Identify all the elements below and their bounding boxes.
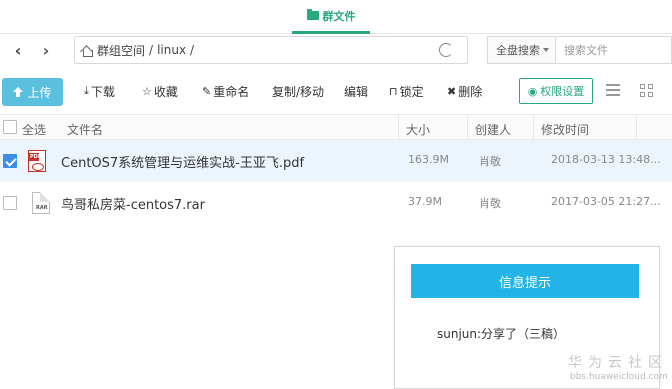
row-checkbox[interactable] [3,154,17,168]
top-tab-bar: 群文件 [0,0,672,34]
delete-button[interactable]: ✖ 删除 [447,82,482,100]
lock-label: 锁定 [399,84,424,99]
file-modified: 2017-03-05 21:27... [551,195,661,208]
column-divider [398,115,399,141]
watermark-logo: 华为云社区 [568,355,668,371]
rename-button[interactable]: ✎ 重命名 [202,82,249,100]
column-divider [533,115,534,141]
upload-icon [13,87,24,97]
lock-button[interactable]: ⊓ 锁定 [389,82,424,100]
forward-button[interactable]: › [36,40,56,60]
table-row[interactable]: PDF CentOS7系统管理与运维实战-王亚飞.pdf 163.9M 肖敬 2… [0,140,672,182]
file-modified: 2018-03-13 13:48... [551,153,661,166]
tab-group-files-label: 群文件 [322,9,356,23]
download-button[interactable]: ⤓ 下载 [84,82,115,100]
edit-button[interactable]: 编辑 [344,82,368,100]
close-icon: ✖ [447,84,457,98]
search-input[interactable] [556,36,672,64]
breadcrumb-root[interactable]: 群组空间 [97,42,145,59]
popup-title: 信息提示 [411,264,639,298]
breadcrumb-folder[interactable]: linux [157,43,186,57]
list-view-icon[interactable] [606,84,620,96]
copy-move-button[interactable]: 复制/移动 [272,82,324,100]
tab-group-files[interactable]: 群文件 [292,0,370,34]
lock-icon: ⊓ [389,84,398,98]
delete-label: 删除 [458,84,483,99]
breadcrumb[interactable]: 群组空间 / linux / [74,36,468,64]
search-scope-label: 全盘搜索 [496,44,540,57]
rename-label: 重命名 [213,84,250,99]
permissions-label: 权限设置 [540,85,585,98]
eye-icon: ◉ [527,84,538,98]
header-size[interactable]: 大小 [406,121,430,138]
permissions-button[interactable]: ◉ 权限设置 [519,78,593,104]
header-select-all[interactable]: 全选 [22,121,46,138]
favorite-label: 收藏 [153,84,178,99]
home-icon[interactable] [81,45,93,57]
popup-message: sunjun:分享了（三稿） [437,327,566,341]
search-scope-select[interactable]: 全盘搜索 [487,36,556,64]
select-all-checkbox[interactable] [3,120,17,134]
favorite-button[interactable]: ☆ 收藏 [142,82,178,100]
pdf-file-icon: PDF [28,150,46,172]
upload-button[interactable]: 上传 [2,78,63,106]
row-checkbox[interactable] [3,196,17,210]
download-label: 下载 [90,84,115,99]
breadcrumb-separator: / [149,43,154,57]
chevron-down-icon [543,48,549,52]
rar-file-icon: RAR [32,192,50,214]
column-divider [636,115,637,141]
copy-move-label: 复制/移动 [272,84,325,99]
table-header: 全选 文件名 大小 创建人 修改时间 [0,114,672,141]
file-name[interactable]: CentOS7系统管理与运维实战-王亚飞.pdf [61,152,304,171]
edit-icon: ✎ [202,84,212,98]
file-name[interactable]: 鸟哥私房菜-centos7.rar [61,194,205,213]
watermark-url: bbs.huaweicloud.com [570,372,668,382]
header-name[interactable]: 文件名 [67,121,103,138]
breadcrumb-separator-end: / [190,43,195,57]
file-size: 163.9M [408,153,449,166]
grid-view-icon[interactable] [640,84,653,97]
download-icon: ⤓ [84,84,89,97]
table-row[interactable]: RAR 鸟哥私房菜-centos7.rar 37.9M 肖敬 2017-03-0… [0,182,672,224]
file-size: 37.9M [408,195,442,208]
refresh-icon[interactable] [439,43,453,57]
file-creator: 肖敬 [479,155,501,168]
folder-icon [306,9,319,20]
upload-label: 上传 [27,85,52,100]
star-icon: ☆ [142,84,152,98]
header-modified[interactable]: 修改时间 [541,121,589,138]
file-creator: 肖敬 [479,197,501,210]
column-divider [467,115,468,141]
edit-label: 编辑 [344,84,369,99]
back-button[interactable]: ‹ [8,40,28,60]
header-creator[interactable]: 创建人 [475,121,511,138]
